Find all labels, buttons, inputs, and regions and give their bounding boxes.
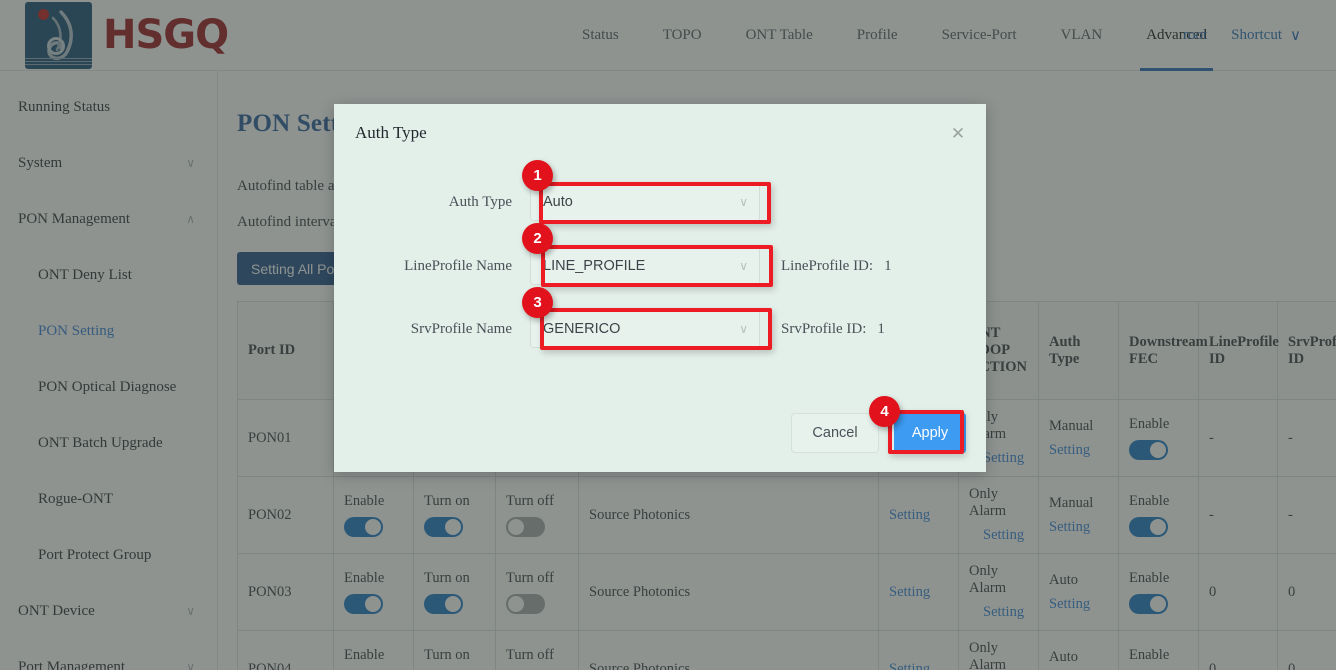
lineprofile-id-info: LineProfile ID: 1 [781, 258, 892, 275]
chevron-down-icon: ∨ [739, 259, 748, 273]
dialog-title: Auth Type [355, 123, 427, 143]
chevron-down-icon: ∨ [739, 195, 748, 209]
auth-type-select[interactable]: Auto ∨ [530, 183, 760, 221]
auth-type-label: Auth Type [334, 194, 530, 211]
lineprofile-id-value: 1 [884, 258, 892, 274]
cancel-button[interactable]: Cancel [791, 413, 879, 453]
srvprofile-name-label: SrvProfile Name [334, 321, 530, 338]
lineprofile-name-select[interactable]: LINE_PROFILE ∨ [530, 247, 760, 285]
chevron-down-icon: ∨ [739, 322, 748, 336]
step-badge-2: 2 [522, 223, 553, 254]
srvprofile-name-value: GENERICO [543, 321, 620, 337]
close-icon[interactable]: ✕ [947, 123, 969, 145]
lineprofile-name-value: LINE_PROFILE [543, 258, 645, 274]
auth-type-value: Auto [543, 194, 573, 210]
apply-button[interactable]: Apply [894, 413, 966, 453]
lineprofile-id-label: LineProfile ID: [781, 258, 873, 274]
srvprofile-name-field-row: SrvProfile Name GENERICO ∨ SrvProfile ID… [334, 307, 986, 351]
srvprofile-id-info: SrvProfile ID: 1 [781, 321, 885, 338]
auth-type-field-row: Auth Type Auto ∨ [334, 180, 986, 224]
srvprofile-id-value: 1 [877, 321, 885, 337]
lineprofile-name-label: LineProfile Name [334, 258, 530, 275]
step-badge-1: 1 [522, 160, 553, 191]
lineprofile-name-field-row: LineProfile Name LINE_PROFILE ∨ LineProf… [334, 244, 986, 288]
srvprofile-id-label: SrvProfile ID: [781, 321, 866, 337]
step-badge-3: 3 [522, 287, 553, 318]
step-badge-4: 4 [869, 396, 900, 427]
srvprofile-name-select[interactable]: GENERICO ∨ [530, 310, 760, 348]
